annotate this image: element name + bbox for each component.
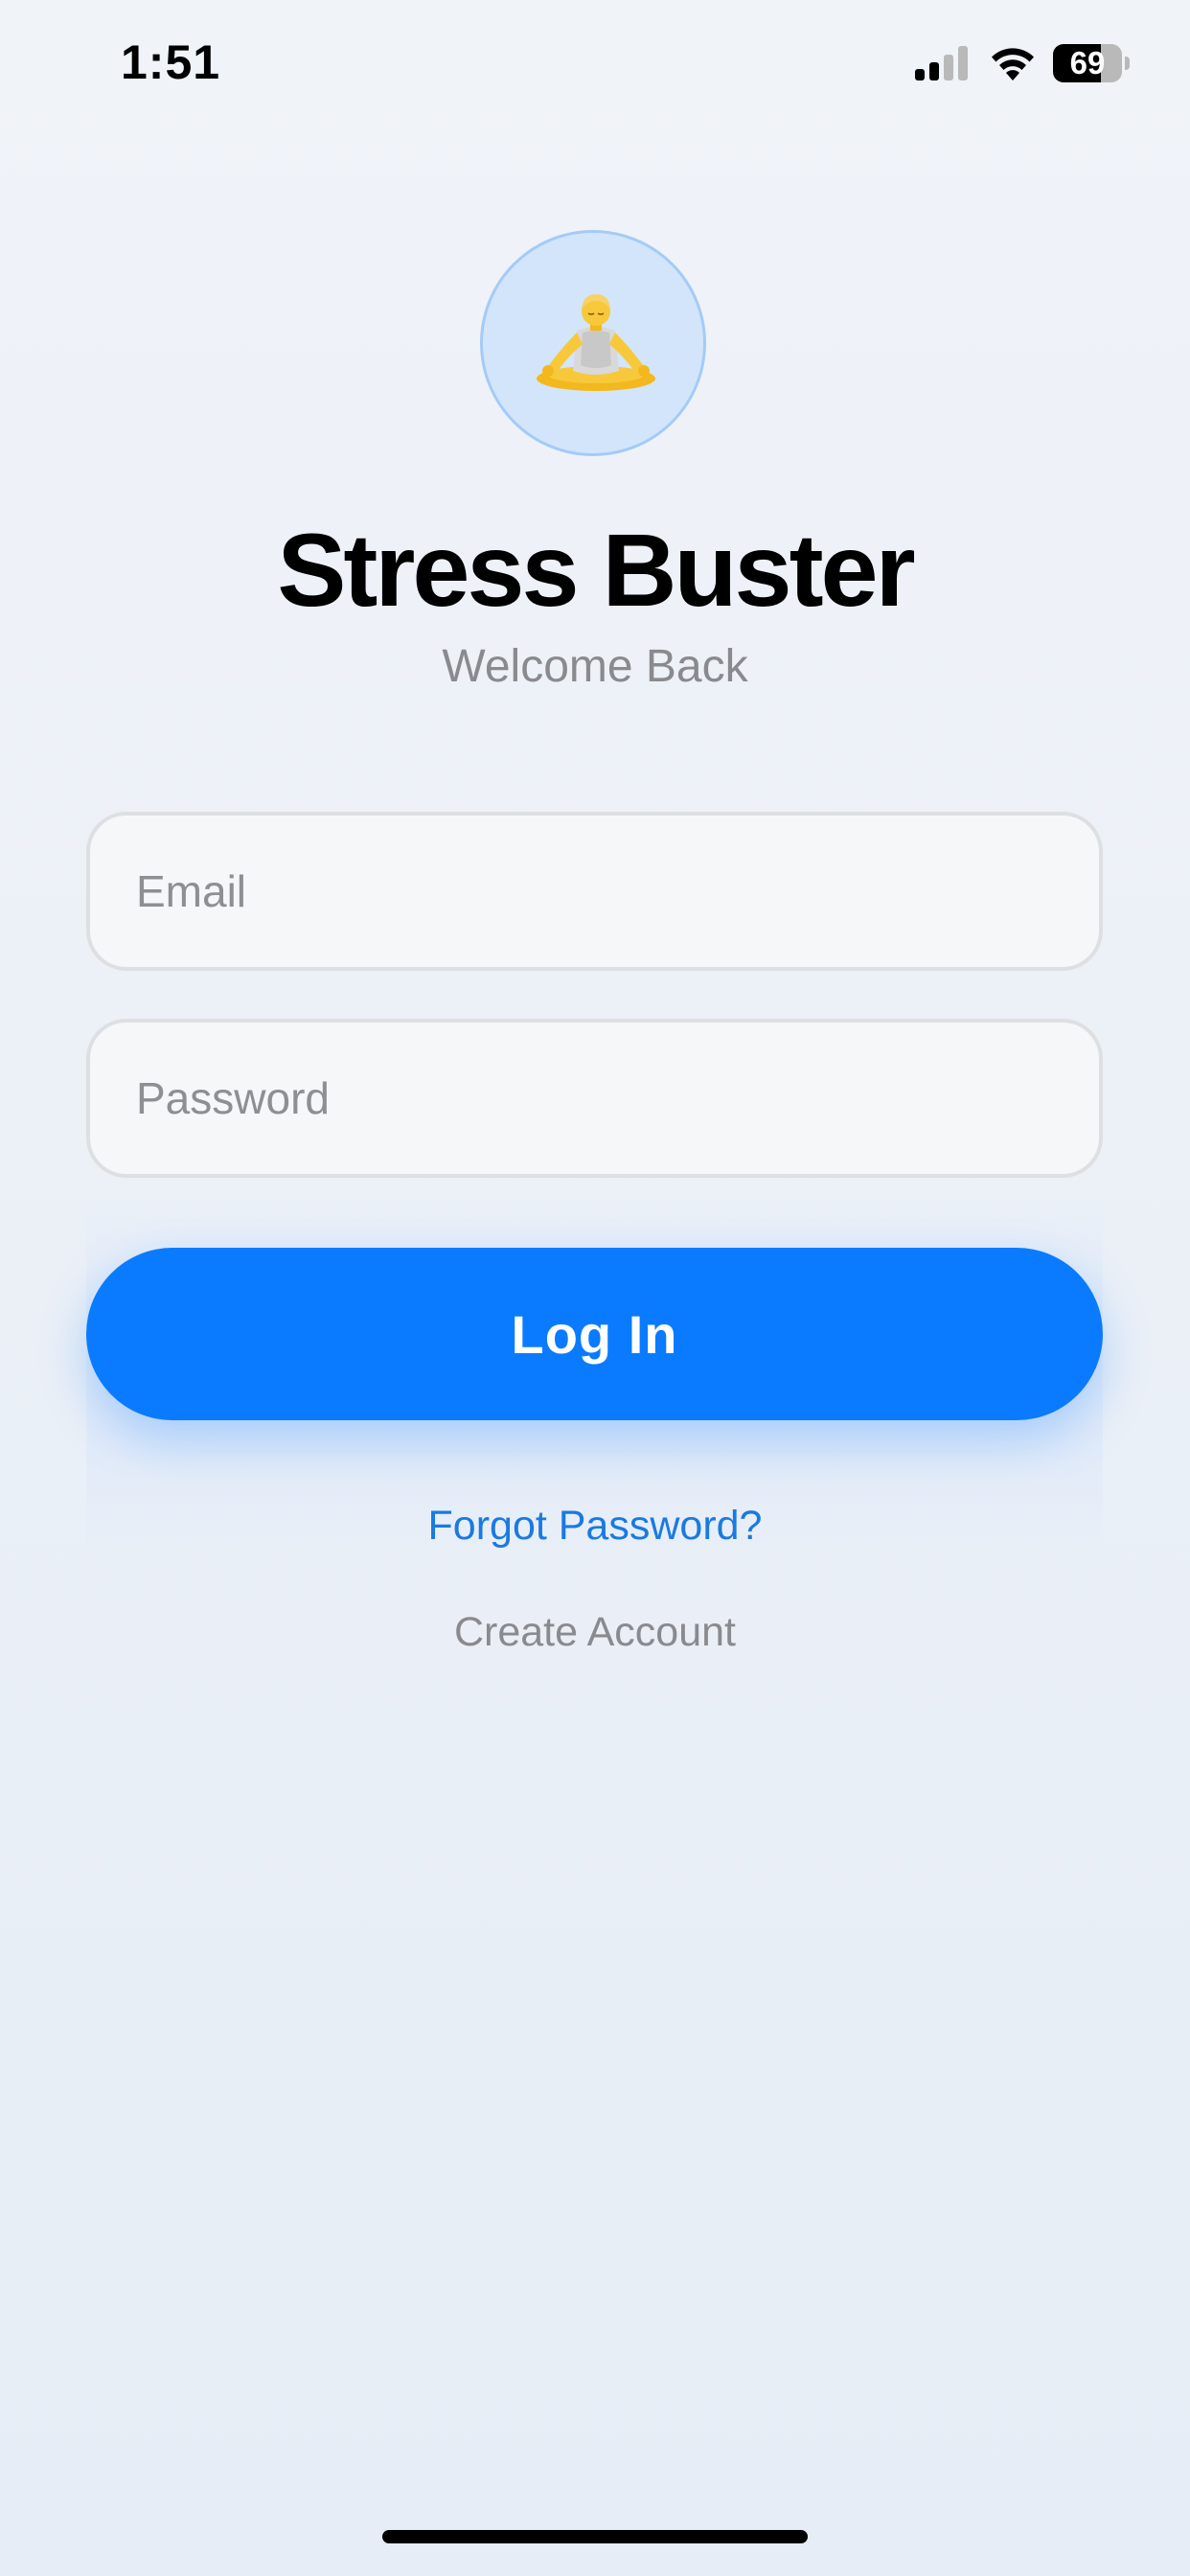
welcome-subtitle: Welcome Back <box>442 641 748 692</box>
cellular-signal-icon <box>915 46 968 80</box>
person-meditating-icon <box>537 294 655 391</box>
battery-cap <box>1125 57 1130 70</box>
battery-level: 69 <box>1069 45 1106 80</box>
email-field[interactable] <box>86 812 1103 971</box>
login-button[interactable]: Log In <box>86 1248 1103 1420</box>
wifi-icon <box>992 48 1034 80</box>
app-title: Stress Buster <box>277 512 915 628</box>
home-indicator[interactable] <box>382 2530 808 2543</box>
create-account-link[interactable]: Create Account <box>0 1603 1190 1661</box>
status-time: 1:51 <box>121 35 221 89</box>
status-bar: 1:51 69 <box>0 0 1190 134</box>
forgot-password-link[interactable]: Forgot Password? <box>0 1497 1190 1554</box>
app-logo <box>480 230 706 456</box>
password-field[interactable] <box>86 1019 1103 1178</box>
battery-body: 69 <box>1053 44 1122 82</box>
battery-icon: 69 <box>1053 44 1130 82</box>
